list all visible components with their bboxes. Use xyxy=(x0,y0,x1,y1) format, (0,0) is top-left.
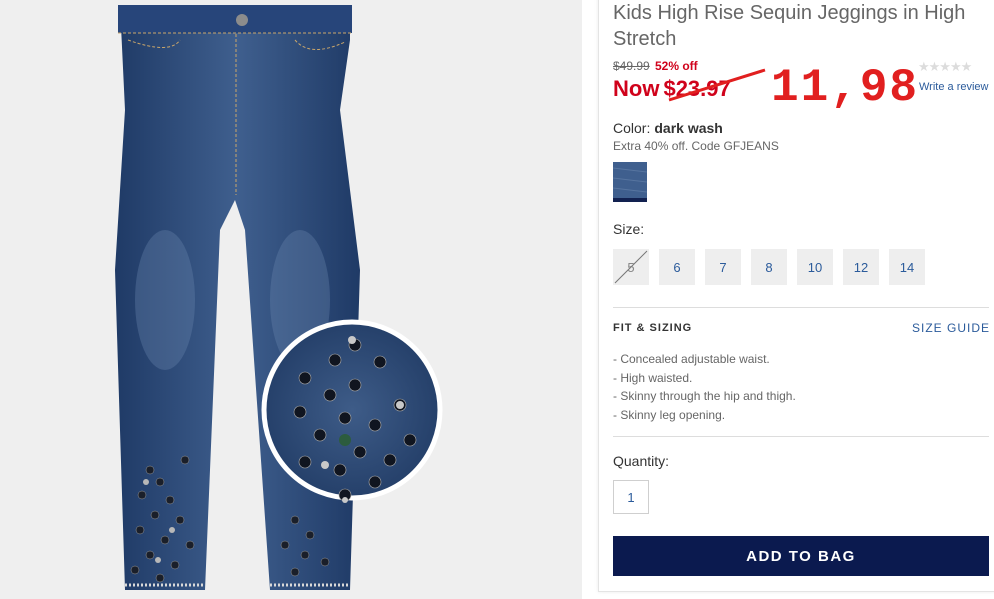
jeans-product-image xyxy=(0,0,582,599)
color-row: Color: dark wash xyxy=(613,120,723,136)
size-option-6[interactable]: 6 xyxy=(659,249,695,285)
handwritten-price: 11,98 xyxy=(771,62,920,114)
feature-list: - Concealed adjustable waist. - High wai… xyxy=(613,350,796,424)
size-option-14[interactable]: 14 xyxy=(889,249,925,285)
size-label: Size: xyxy=(613,221,645,237)
original-price: $49.99 xyxy=(613,59,650,73)
unavailable-slash-icon xyxy=(614,250,648,284)
size-option-5[interactable]: 5 xyxy=(613,249,649,285)
fit-sizing-heading: FIT & SIZING xyxy=(613,322,693,334)
list-item: - Skinny leg opening. xyxy=(613,407,726,422)
divider xyxy=(613,436,989,437)
star-rating-icon: ★★★★★ xyxy=(918,59,972,74)
add-to-bag-button[interactable]: ADD TO BAG xyxy=(613,536,989,576)
quantity-input[interactable] xyxy=(613,480,649,514)
product-image[interactable] xyxy=(0,0,582,599)
quantity-label: Quantity: xyxy=(613,453,670,469)
color-swatch-dark-wash[interactable] xyxy=(613,162,647,202)
denim-texture-icon xyxy=(613,162,647,198)
size-option-7[interactable]: 7 xyxy=(705,249,741,285)
write-review-link[interactable]: Write a review xyxy=(919,81,988,93)
color-label: Color: xyxy=(613,120,651,136)
divider xyxy=(613,307,989,308)
list-item: - High waisted. xyxy=(613,370,693,385)
size-guide-link[interactable]: SIZE GUIDE xyxy=(912,321,990,335)
list-item: - Concealed adjustable waist. xyxy=(613,352,770,366)
color-value: dark wash xyxy=(654,120,723,136)
list-item: - Skinny through the hip and thigh. xyxy=(613,389,796,403)
size-option-10[interactable]: 10 xyxy=(797,249,833,285)
promo-text: Extra 40% off. Code GFJEANS xyxy=(613,139,779,153)
product-details-panel: Kids High Rise Sequin Jeggings in High S… xyxy=(598,0,994,592)
size-option-8[interactable]: 8 xyxy=(751,249,787,285)
now-label: Now xyxy=(613,76,660,101)
product-title: Kids High Rise Sequin Jeggings in High S… xyxy=(613,2,966,50)
handwritten-strike-mark xyxy=(668,68,766,102)
size-option-12[interactable]: 12 xyxy=(843,249,879,285)
